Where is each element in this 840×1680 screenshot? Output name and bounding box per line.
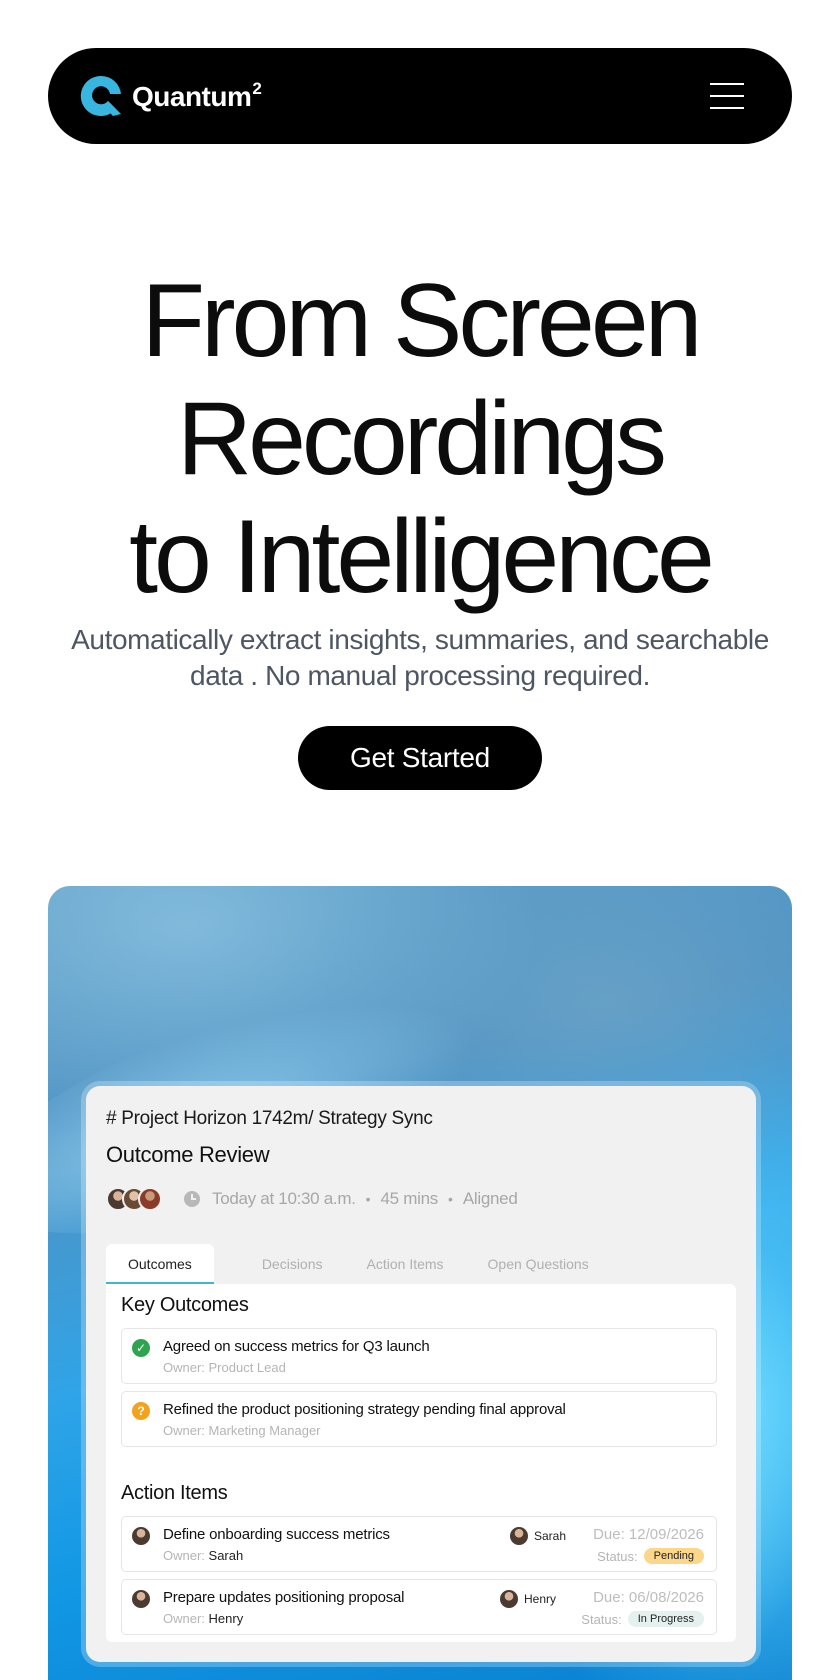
hero-subtitle: Automatically extract insights, summarie… (71, 624, 769, 691)
due-date: Due: 12/09/2026 (593, 1526, 704, 1543)
status: Status: Pending (597, 1548, 704, 1564)
action-item[interactable]: Prepare updates positioning proposal Own… (121, 1579, 717, 1635)
hero-title-line: to Intelligence (129, 499, 715, 615)
avatar (138, 1187, 162, 1211)
hamburger-menu-icon[interactable] (710, 83, 744, 109)
meeting-meta: Today at 10:30 a.m. • 45 mins • Aligned (106, 1186, 518, 1212)
clock-icon (184, 1191, 200, 1207)
outcome-review-card: # Project Horizon 1742m/ Strategy Sync O… (86, 1086, 756, 1662)
action-text: Prepare updates positioning proposal (163, 1589, 405, 1606)
card-title: Outcome Review (106, 1142, 270, 1167)
separator-dot: • (447, 1191, 453, 1207)
outcome-owner: Owner: Product Lead (163, 1360, 286, 1375)
meeting-status: Aligned (462, 1189, 518, 1208)
hero-title-line: Recordings (176, 381, 667, 497)
separator-dot: • (365, 1191, 371, 1207)
get-started-button[interactable]: Get Started (298, 726, 542, 790)
tab-outcomes[interactable]: Outcomes (106, 1244, 214, 1284)
action-owner: Owner: Sarah (163, 1548, 244, 1563)
top-nav: Quantum2 (48, 48, 792, 144)
meeting-duration: 45 mins (380, 1189, 439, 1208)
check-icon: ✓ (132, 1339, 150, 1357)
action-owner: Owner: Henry (163, 1611, 244, 1626)
status-badge: Pending (643, 1548, 704, 1564)
status-badge: In Progress (627, 1611, 704, 1627)
action-item[interactable]: Define onboarding success metrics Owner:… (121, 1516, 717, 1572)
hero-title: From Screen Recordings to Intelligence (0, 262, 840, 616)
tab-open-questions[interactable]: Open Questions (466, 1244, 611, 1284)
outcome-item[interactable]: ? Refined the product positioning strate… (121, 1391, 717, 1447)
card-tabs: Outcomes Decisions Action Items Open Que… (106, 1244, 611, 1284)
hero-title-line: From Screen (141, 263, 702, 379)
assignee: Sarah (510, 1527, 566, 1545)
brand-logo[interactable]: Quantum2 (78, 73, 262, 119)
meeting-time: Today at 10:30 a.m. (212, 1189, 356, 1208)
tab-decisions[interactable]: Decisions (240, 1244, 345, 1284)
avatar (132, 1590, 150, 1608)
avatar (510, 1527, 528, 1545)
question-icon: ? (132, 1402, 150, 1420)
participant-avatars (106, 1187, 162, 1211)
breadcrumb: # Project Horizon 1742m/ Strategy Sync (106, 1108, 433, 1129)
avatar (500, 1590, 518, 1608)
tab-action-items[interactable]: Action Items (345, 1244, 466, 1284)
outcome-item[interactable]: ✓ Agreed on success metrics for Q3 launc… (121, 1328, 717, 1384)
outcomes-panel: Key Outcomes ✓ Agreed on success metrics… (106, 1284, 736, 1642)
outcome-text: Agreed on success metrics for Q3 launch (163, 1338, 430, 1355)
avatar (132, 1527, 150, 1545)
action-text: Define onboarding success metrics (163, 1526, 390, 1543)
outcome-text: Refined the product positioning strategy… (163, 1401, 566, 1418)
product-showcase: # Project Horizon 1742m/ Strategy Sync O… (48, 886, 792, 1680)
due-date: Due: 06/08/2026 (593, 1589, 704, 1606)
assignee: Henry (500, 1590, 556, 1608)
outcome-owner: Owner: Marketing Manager (163, 1423, 321, 1438)
brand-name: Quantum2 (132, 79, 262, 112)
logo-icon (80, 75, 121, 116)
status: Status: In Progress (581, 1611, 704, 1627)
action-items-title: Action Items (121, 1482, 228, 1504)
key-outcomes-title: Key Outcomes (121, 1294, 249, 1316)
